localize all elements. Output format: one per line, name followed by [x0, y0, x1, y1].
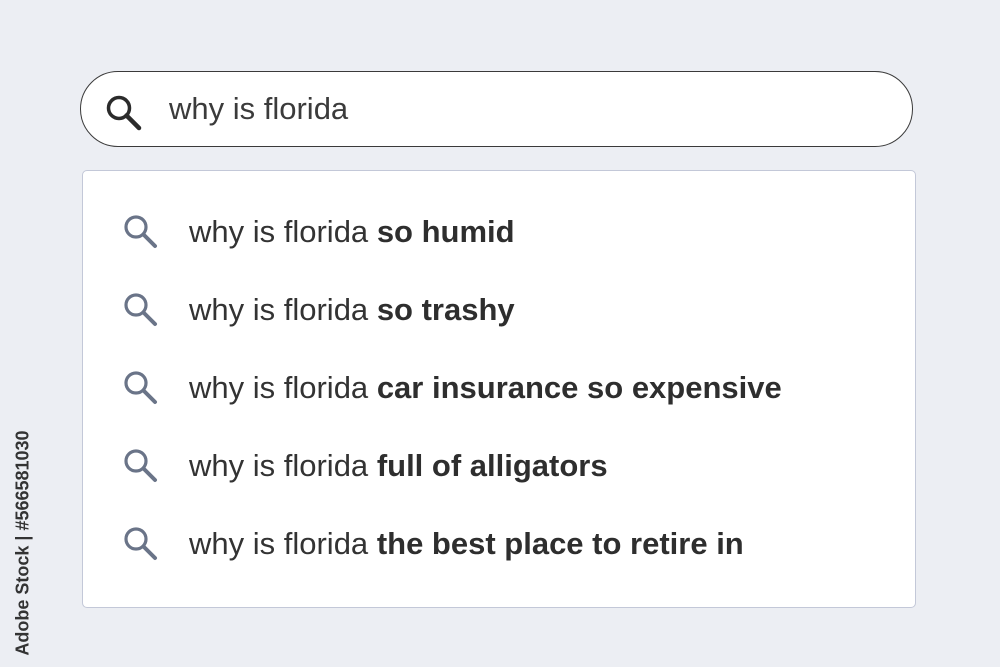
search-icon	[121, 212, 161, 252]
search-icon	[121, 368, 161, 408]
suggestion-text: why is florida the best place to retire …	[189, 526, 744, 562]
suggestion-item[interactable]: why is florida full of alligators	[83, 436, 915, 496]
search-bar[interactable]: why is florida	[80, 71, 913, 147]
suggestion-prefix: why is florida	[189, 526, 369, 561]
suggestion-item[interactable]: why is florida car insurance so expensiv…	[83, 358, 915, 418]
suggestion-completion: so trashy	[376, 292, 515, 327]
suggestion-item[interactable]: why is florida so humid	[83, 202, 915, 262]
stock-watermark: Adobe Stock | #566581030	[8, 430, 38, 655]
suggestion-text: why is florida so humid	[189, 214, 515, 250]
suggestion-item[interactable]: why is florida the best place to retire …	[83, 514, 915, 574]
suggestion-prefix: why is florida	[189, 292, 369, 327]
suggestion-prefix: why is florida	[189, 448, 369, 483]
suggestion-text: why is florida full of alligators	[189, 448, 608, 484]
search-icon[interactable]	[104, 93, 144, 133]
suggestion-item[interactable]: why is florida so trashy	[83, 280, 915, 340]
watermark-text: Adobe Stock | #566581030	[12, 429, 33, 656]
suggestion-completion: so humid	[376, 214, 515, 249]
suggestion-text: why is florida so trashy	[189, 292, 515, 328]
search-input[interactable]: why is florida	[169, 72, 869, 146]
search-icon	[121, 524, 161, 564]
search-icon	[121, 446, 161, 486]
suggestion-completion: full of alligators	[376, 448, 608, 483]
suggestions-dropdown: why is florida so humid why is florida s…	[82, 170, 916, 608]
suggestion-completion: car insurance so expensive	[376, 370, 782, 405]
suggestion-completion: the best place to retire in	[376, 526, 744, 561]
suggestion-prefix: why is florida	[189, 370, 369, 405]
suggestion-text: why is florida car insurance so expensiv…	[189, 370, 782, 406]
suggestion-prefix: why is florida	[189, 214, 369, 249]
search-icon	[121, 290, 161, 330]
